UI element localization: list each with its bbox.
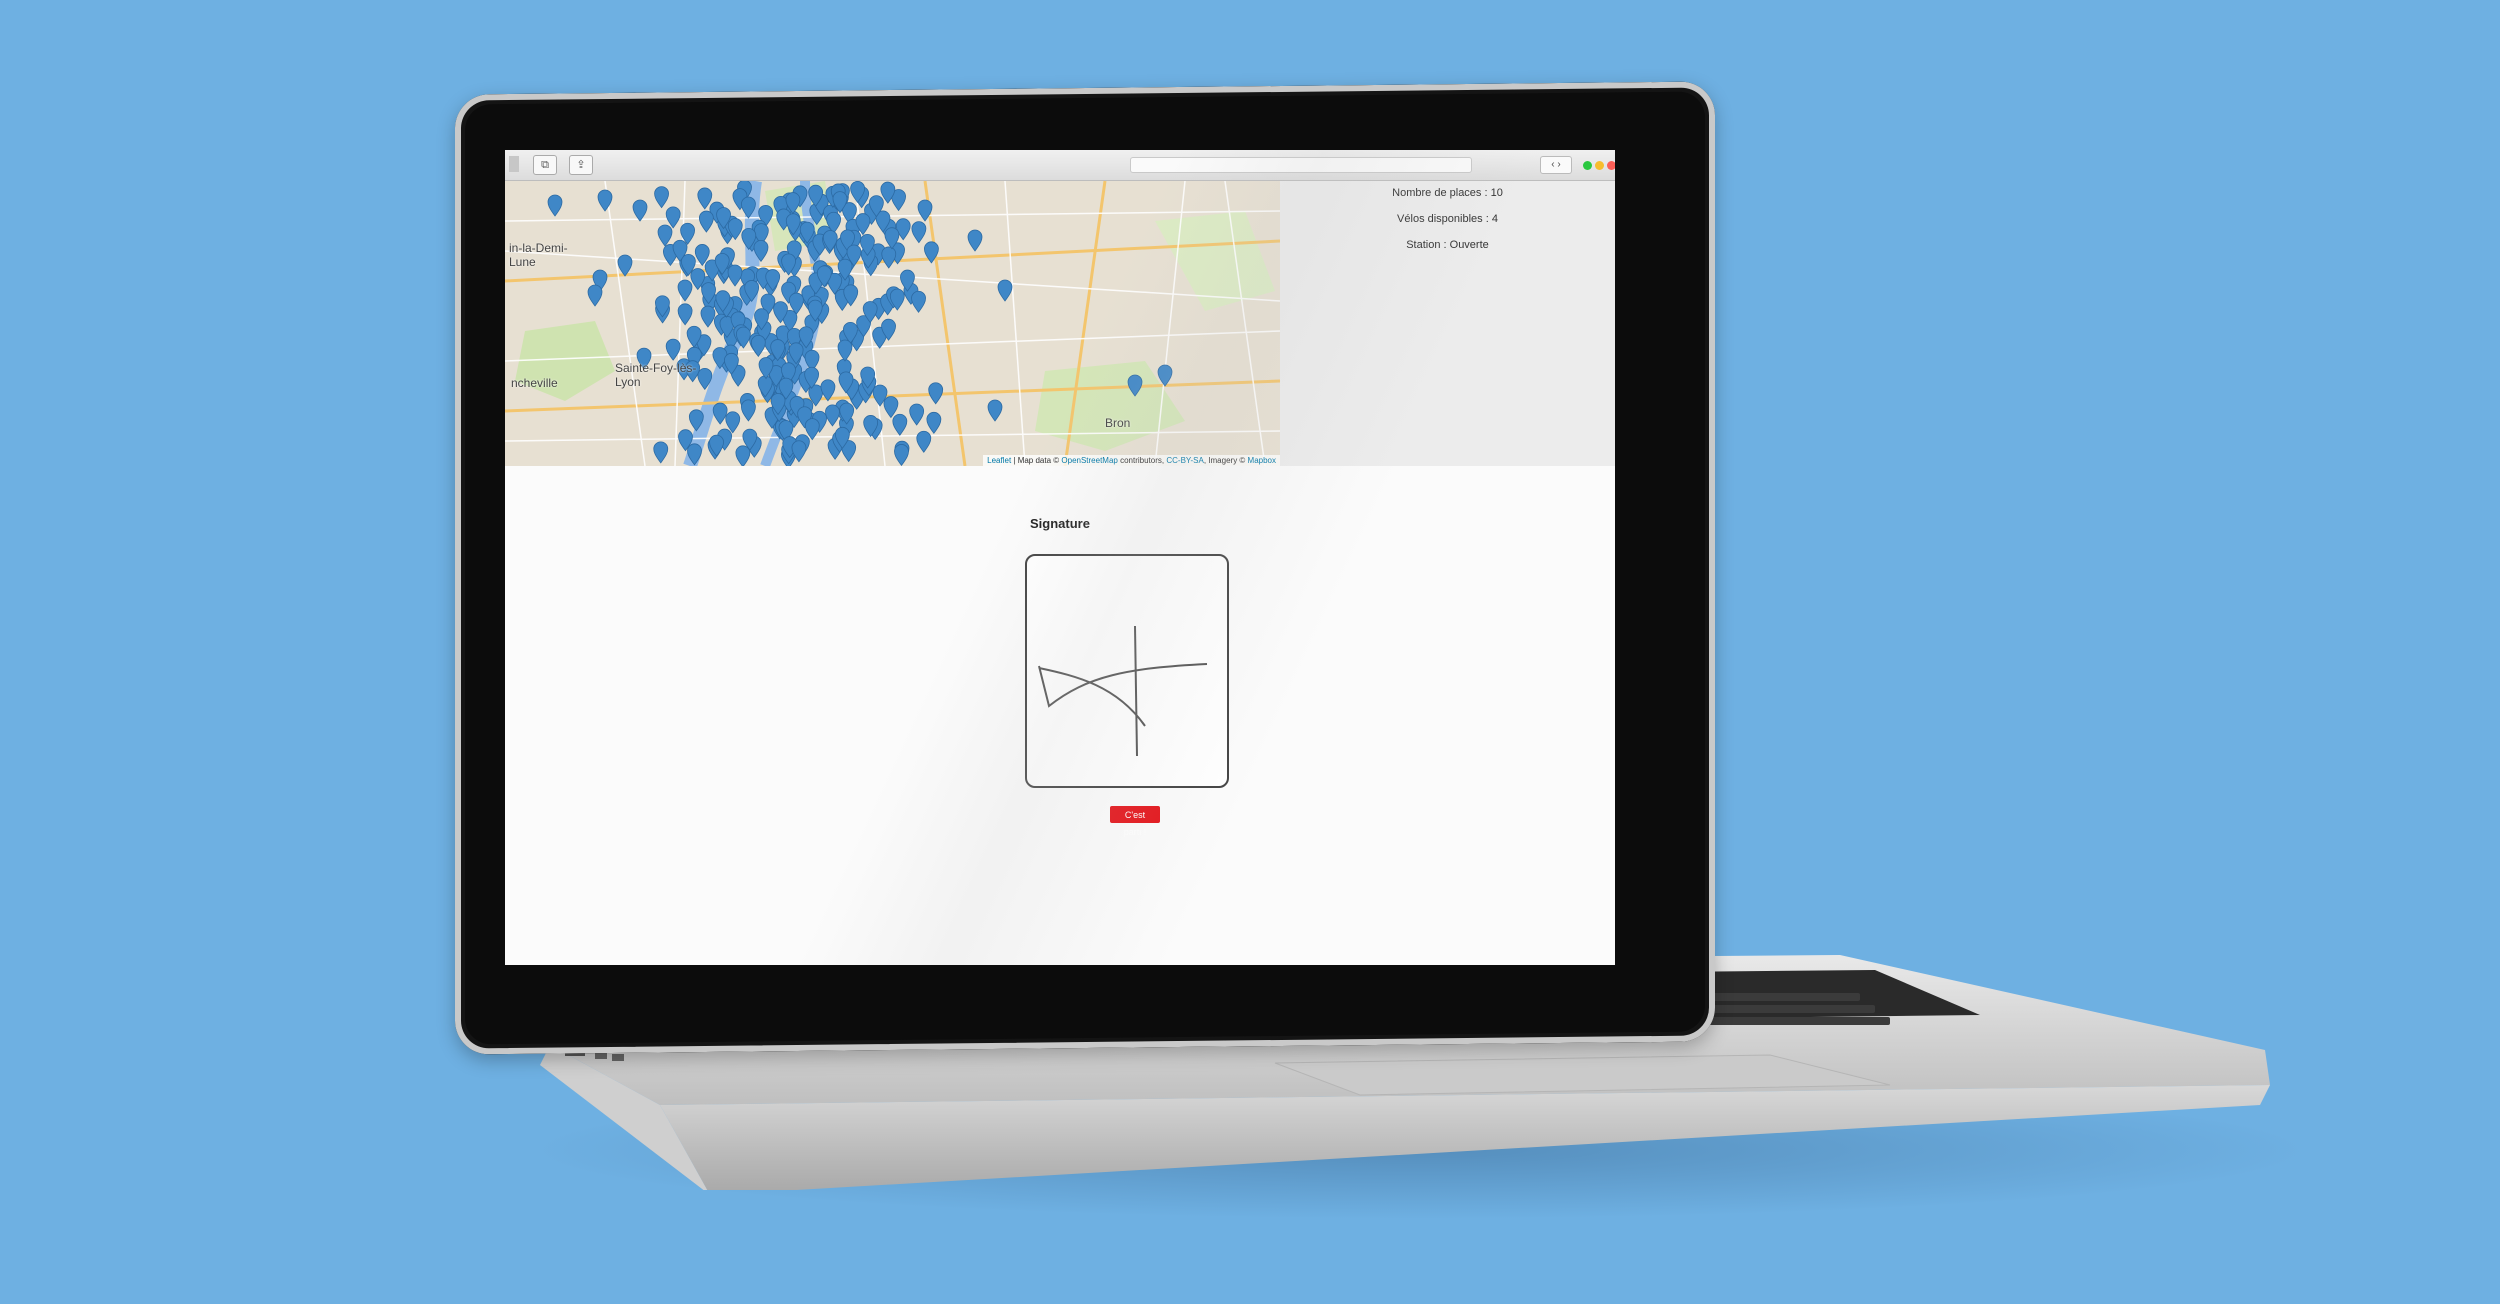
browser-window: ⧉ ⇪ ‹ › in-la-Demi- Lune Sainte-Foy-lès-…: [505, 150, 1615, 965]
map-label-bron: Bron: [1105, 416, 1131, 430]
signature-canvas[interactable]: [1025, 554, 1229, 788]
minimize-window-icon[interactable]: [1595, 161, 1604, 170]
signature-drawing: [1038, 625, 1208, 757]
station-map[interactable]: in-la-Demi- Lune Sainte-Foy-lès- Lyon nche…: [505, 181, 1280, 466]
sidebar-toggle-icon[interactable]: [509, 156, 519, 172]
station-info-panel: Nombre de places : 10 Vélos disponibles …: [1280, 181, 1615, 466]
signature-section: Signature C'est parti !: [505, 466, 1615, 965]
map-label-demi-lune: in-la-Demi- Lune: [509, 241, 568, 269]
address-bar[interactable]: [1130, 157, 1472, 173]
back-forward-buttons[interactable]: ‹ ›: [1540, 156, 1572, 174]
mapbox-link[interactable]: Mapbox: [1248, 456, 1276, 465]
license-link[interactable]: CC-BY-SA: [1166, 456, 1204, 465]
station-places: Nombre de places : 10: [1392, 187, 1503, 199]
osm-link[interactable]: OpenStreetMap: [1061, 456, 1117, 465]
close-window-icon[interactable]: [1607, 161, 1615, 170]
station-bikes: Vélos disponibles : 4: [1397, 213, 1498, 225]
share-button[interactable]: ⇪: [569, 155, 593, 175]
submit-signature-button[interactable]: C'est parti !: [1110, 806, 1160, 837]
station-status: Station : Ouverte: [1406, 239, 1489, 251]
map-label-sainte-foy: Sainte-Foy-lès- Lyon: [615, 361, 697, 389]
map-attribution: Leaflet | Map data © OpenStreetMap contr…: [983, 455, 1280, 466]
maximize-window-icon[interactable]: [1583, 161, 1592, 170]
browser-toolbar: ⧉ ⇪ ‹ ›: [505, 150, 1615, 181]
map-tiles: [505, 181, 1280, 466]
leaflet-link[interactable]: Leaflet: [987, 456, 1011, 465]
map-label-francheville: ncheville: [511, 376, 558, 390]
signature-title: Signature: [1030, 516, 1090, 531]
tabs-button[interactable]: ⧉: [533, 155, 557, 175]
